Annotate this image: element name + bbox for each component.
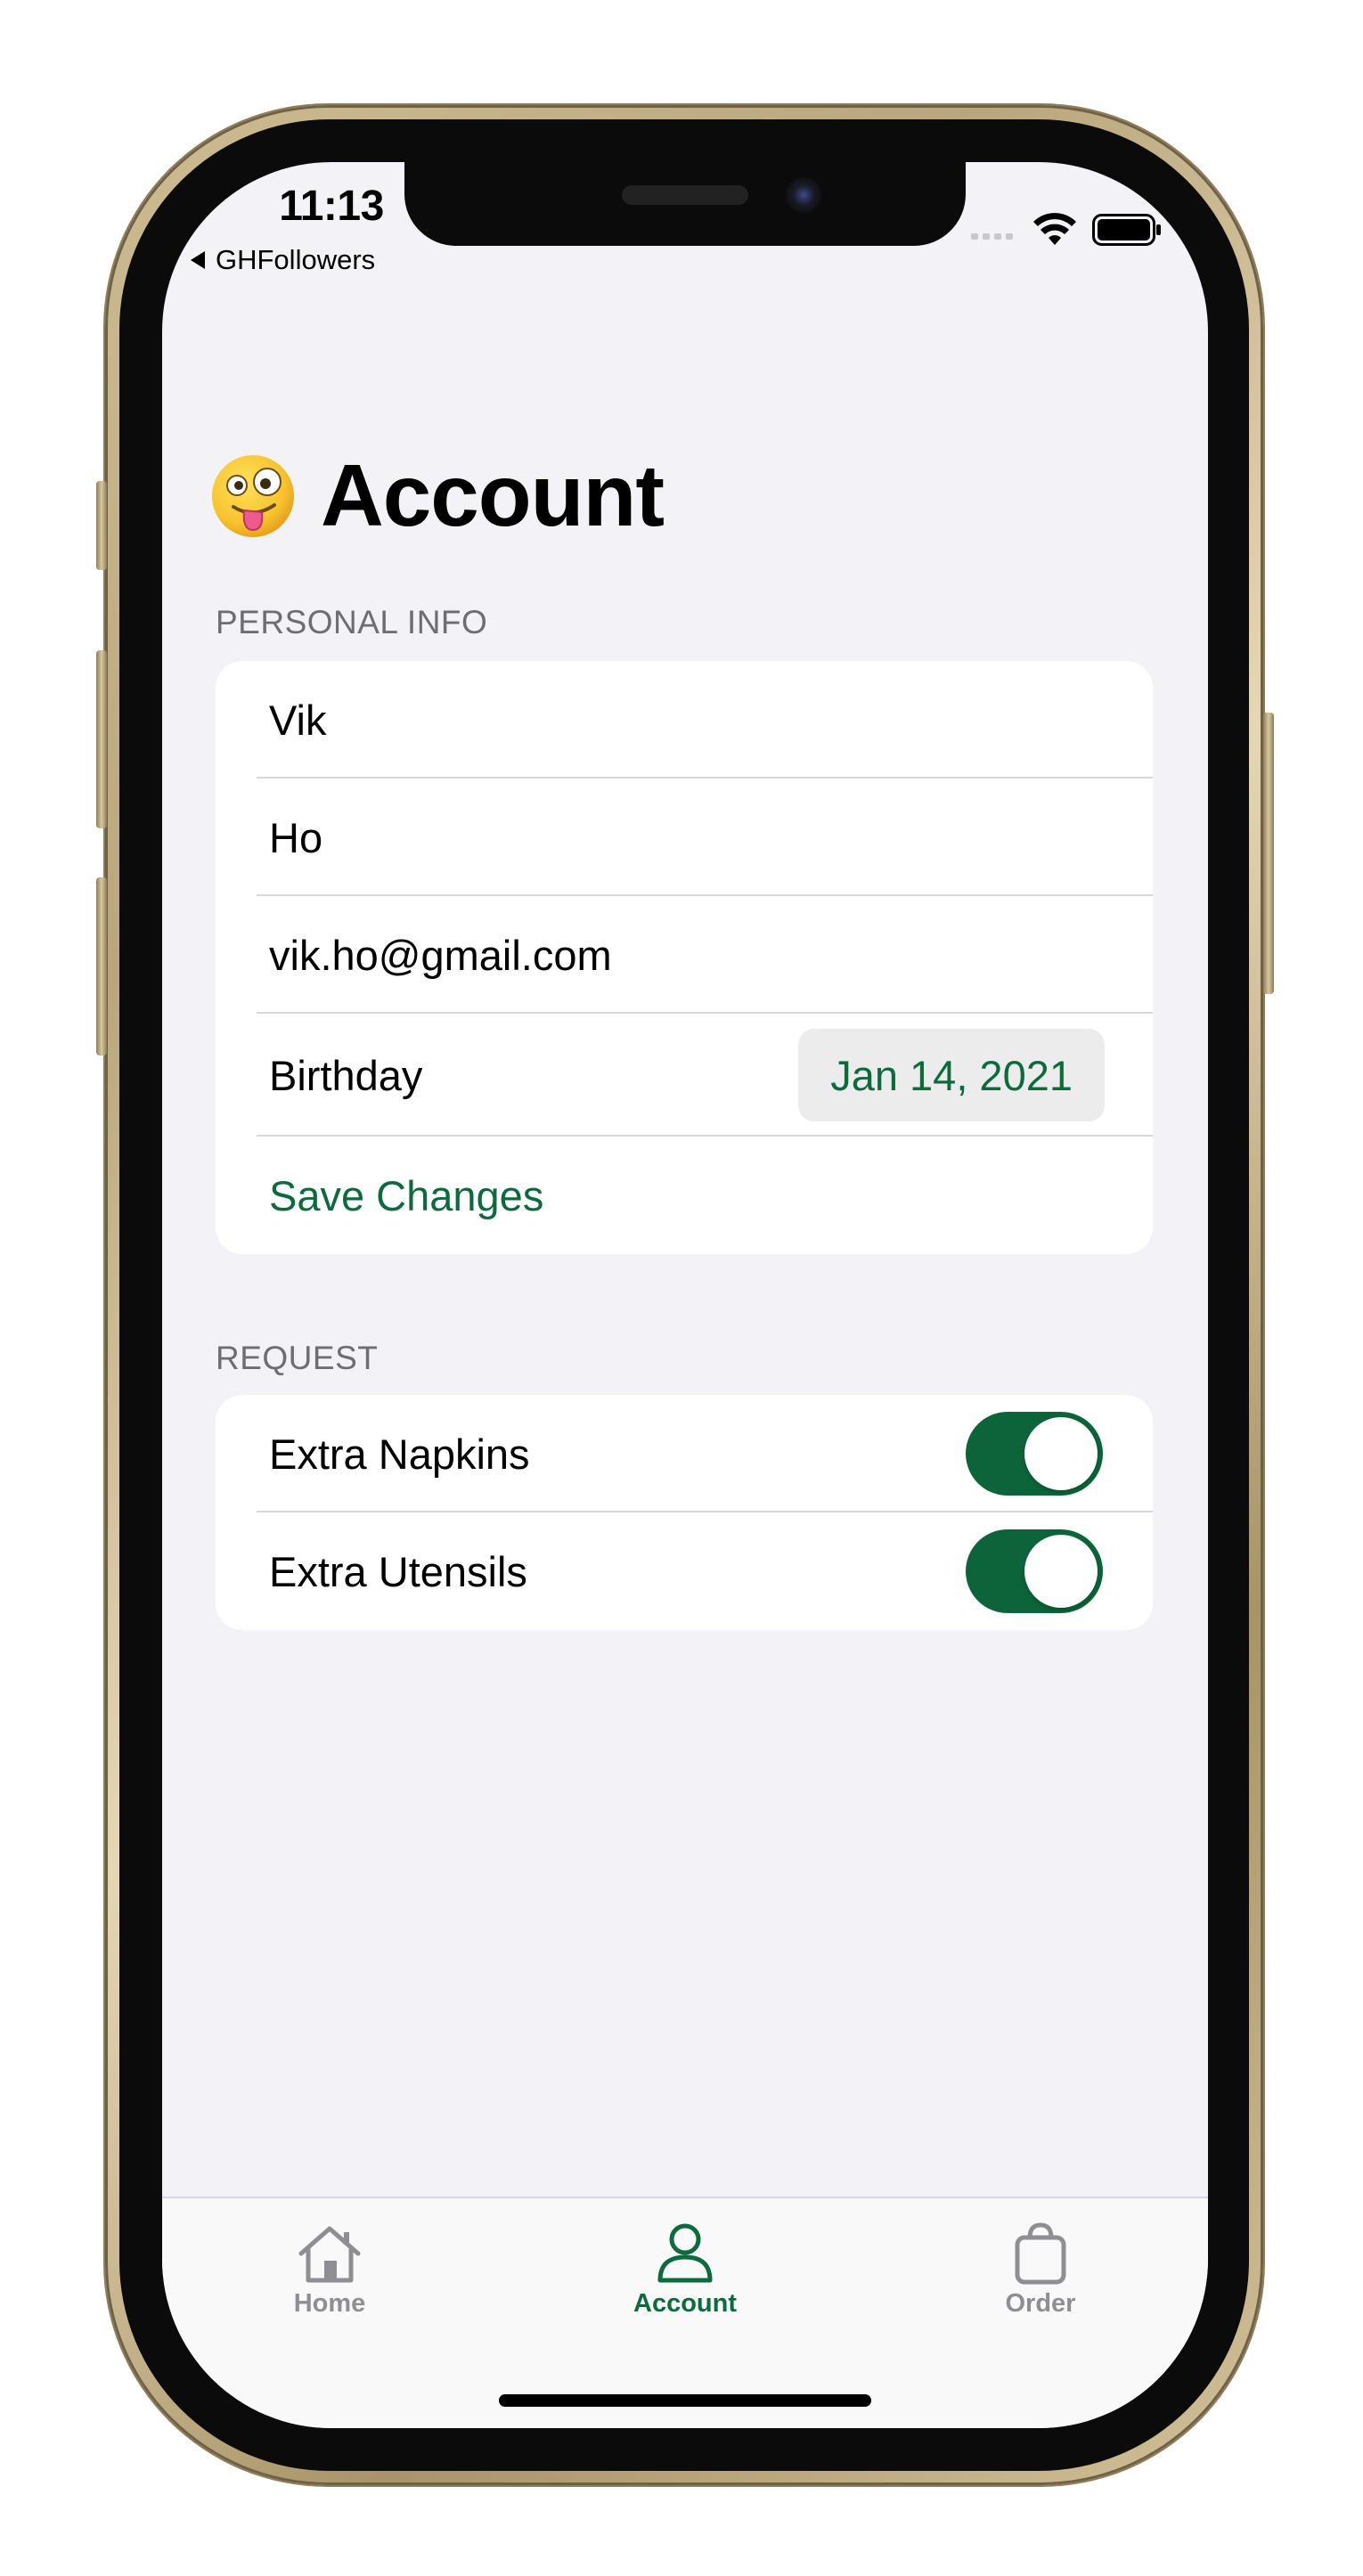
birthday-date-picker[interactable]: Jan 14, 2021 (798, 1029, 1105, 1121)
birthday-row: Birthday Jan 14, 2021 (216, 1014, 1153, 1137)
request-group: Extra Napkins Extra Utensils (216, 1395, 1153, 1630)
back-to-app-button[interactable]: GHFollowers (191, 244, 375, 276)
back-app-label: GHFollowers (216, 244, 376, 275)
speaker (622, 185, 748, 205)
tab-order-label: Order (1005, 2289, 1076, 2318)
birthday-label: Birthday (269, 1051, 423, 1099)
email-field[interactable]: vik.ho@gmail.com (216, 896, 1153, 1014)
wifi-icon (1033, 213, 1076, 245)
tab-home[interactable]: Home (214, 2221, 445, 2319)
volume-up-button (96, 650, 107, 828)
screen: 11:13 GHFollowers Account PERSONAL INFO … (162, 162, 1208, 2428)
front-camera (786, 177, 821, 213)
first-name-field[interactable]: Vik (216, 661, 1153, 779)
toggle-knob (1024, 1417, 1098, 1490)
first-name-value: Vik (269, 696, 327, 744)
toggle-knob (1024, 1535, 1098, 1608)
email-value: vik.ho@gmail.com (269, 931, 612, 979)
home-indicator[interactable] (499, 2394, 871, 2407)
section-header-personal-info: PERSONAL INFO (216, 604, 488, 640)
cellular-signal-icon (971, 233, 1013, 240)
zany-face-icon (212, 454, 294, 537)
battery-icon (1092, 214, 1161, 246)
personal-info-group: Vik Ho vik.ho@gmail.com Birthday Jan 14,… (216, 661, 1153, 1254)
person-icon (657, 2223, 713, 2283)
power-button (1263, 713, 1274, 994)
back-arrow-icon (191, 251, 205, 269)
extra-utensils-toggle[interactable] (966, 1529, 1103, 1613)
save-changes-button[interactable]: Save Changes (216, 1137, 1153, 1254)
zany-face-emoji (208, 452, 298, 541)
extra-napkins-row: Extra Napkins (216, 1395, 1153, 1512)
bag-icon (1015, 2222, 1066, 2285)
page-title: Account (321, 446, 665, 544)
tab-account-label: Account (633, 2289, 737, 2318)
notch (404, 162, 966, 246)
extra-utensils-row: Extra Utensils (216, 1512, 1153, 1630)
tab-account[interactable]: Account (569, 2221, 801, 2319)
extra-utensils-label: Extra Utensils (269, 1547, 527, 1595)
title-row: Account (208, 445, 665, 546)
tab-home-label: Home (293, 2289, 366, 2318)
tab-bar: Home Account Order (162, 2197, 1208, 2428)
volume-down-button (96, 877, 107, 1056)
status-time: 11:13 (279, 183, 384, 230)
last-name-field[interactable]: Ho (216, 779, 1153, 896)
extra-napkins-toggle[interactable] (966, 1412, 1103, 1496)
house-icon (298, 2226, 361, 2283)
last-name-value: Ho (269, 813, 323, 861)
extra-napkins-label: Extra Napkins (269, 1430, 530, 1478)
section-header-request: REQUEST (216, 1340, 379, 1376)
save-changes-label: Save Changes (269, 1171, 544, 1219)
tab-order[interactable]: Order (925, 2221, 1156, 2319)
action-button (96, 481, 107, 570)
